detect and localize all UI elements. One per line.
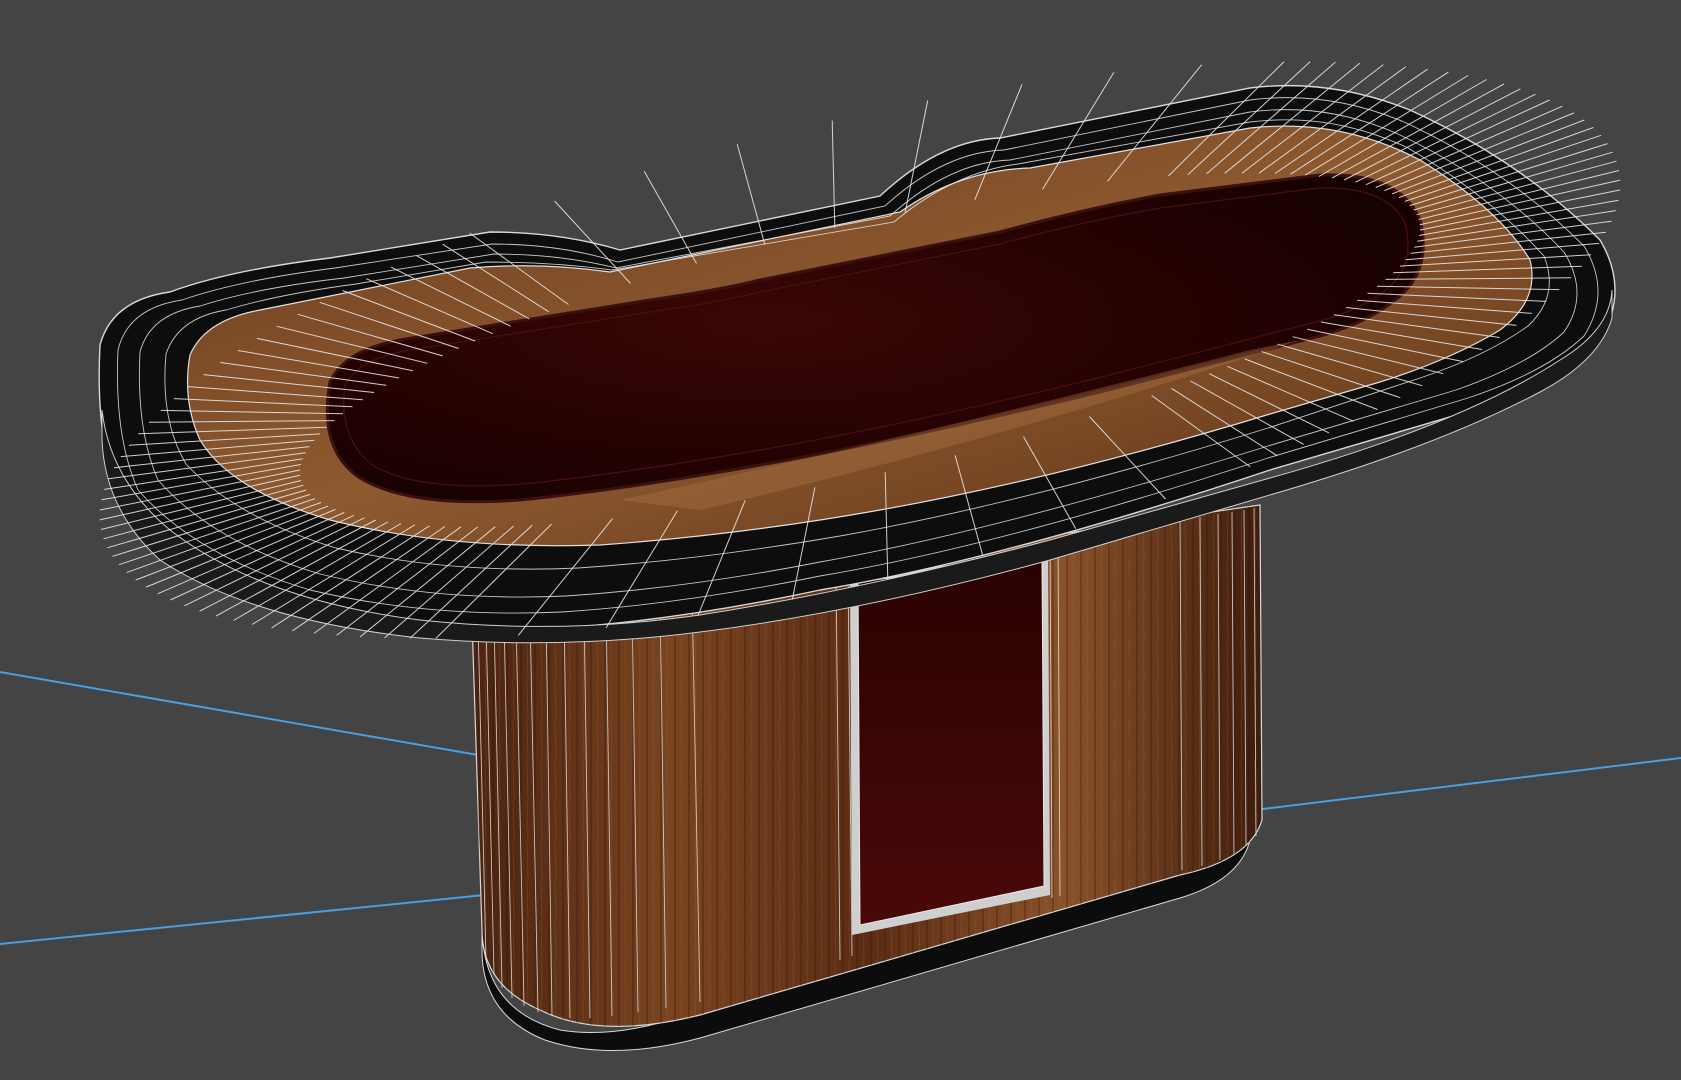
3d-viewport[interactable] (0, 0, 1681, 1080)
poker-table-model[interactable] (98, 61, 1621, 1052)
viewport-scene[interactable] (0, 0, 1681, 1080)
pedestal-door-panel (850, 552, 1050, 935)
axis-line-right (1237, 757, 1681, 813)
axis-line-left (0, 671, 479, 756)
